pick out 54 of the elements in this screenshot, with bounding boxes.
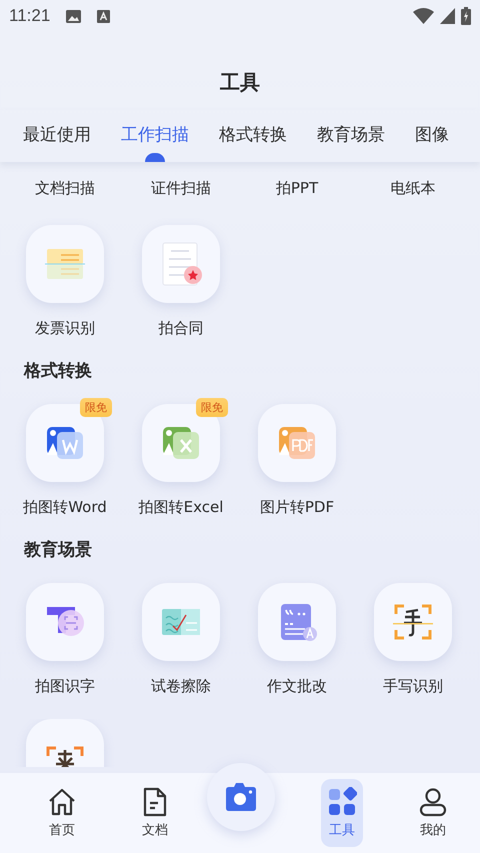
section-heading: 格式转换 — [24, 360, 93, 383]
page-title: 工具 — [220, 69, 260, 96]
image-pdf-icon — [277, 425, 317, 461]
tools-grid-icon — [327, 787, 357, 817]
tab-indicator — [145, 153, 165, 162]
tool-tile[interactable] — [26, 225, 104, 303]
nav-item[interactable]: 文档 — [142, 773, 168, 853]
signal-icon — [440, 8, 455, 24]
tool-label[interactable]: 拍图转Word — [23, 497, 107, 517]
free-badge: 限免 — [196, 398, 228, 417]
nav-item[interactable]: 我的 — [418, 773, 448, 853]
nav-item[interactable]: 工具 — [321, 779, 363, 847]
scan-character-icon — [44, 744, 86, 767]
tool-tile[interactable] — [258, 404, 336, 482]
image-excel-icon — [161, 425, 201, 461]
tool-label[interactable]: 作文批改 — [267, 676, 327, 696]
tool-label[interactable]: 文档扫描 — [35, 178, 95, 198]
category-tab[interactable]: 图像 — [415, 110, 449, 162]
section-heading: 教育场景 — [24, 539, 93, 562]
tool-label[interactable]: 试卷擦除 — [151, 676, 211, 696]
tool-tile[interactable] — [374, 583, 452, 661]
category-tab[interactable]: 最近使用 — [23, 110, 91, 162]
wifi-icon — [413, 8, 434, 24]
category-tab[interactable]: 教育场景 — [317, 110, 385, 162]
home-icon — [47, 787, 77, 817]
free-badge: 限免 — [80, 398, 112, 417]
tool-tile[interactable] — [26, 583, 104, 661]
tool-label[interactable]: 电纸本 — [390, 178, 436, 198]
tool-label[interactable]: 拍图转Excel — [138, 497, 224, 517]
image-word-icon — [45, 425, 85, 461]
tool-tile[interactable] — [142, 583, 220, 661]
tool-label[interactable]: 证件扫描 — [151, 178, 211, 198]
battery-icon — [461, 7, 471, 25]
handwriting-scan-icon — [392, 602, 434, 642]
text-scan-icon — [45, 605, 85, 639]
tool-label[interactable]: 拍PPT — [276, 178, 318, 198]
font-icon — [97, 10, 110, 22]
document-icon — [142, 787, 168, 817]
category-tab[interactable]: 工作扫描 — [121, 110, 189, 162]
paper-erase-icon — [160, 607, 202, 637]
tool-label[interactable]: 拍合同 — [158, 318, 204, 338]
user-icon — [418, 787, 448, 817]
category-tab[interactable]: 格式转换 — [219, 110, 287, 162]
status-time: 11:21 — [9, 6, 50, 26]
receipt-icon — [45, 247, 85, 281]
camera-icon — [224, 782, 258, 812]
tool-label[interactable]: 拍图识字 — [35, 676, 95, 696]
tool-tile[interactable] — [258, 583, 336, 661]
image-icon — [66, 10, 82, 22]
tool-label[interactable]: 图片转PDF — [260, 497, 334, 517]
nav-item[interactable]: 首页 — [47, 773, 77, 853]
tool-label[interactable]: 手写识别 — [383, 676, 443, 696]
tool-tile[interactable] — [142, 225, 220, 303]
tool-label[interactable]: 发票识别 — [35, 318, 95, 338]
